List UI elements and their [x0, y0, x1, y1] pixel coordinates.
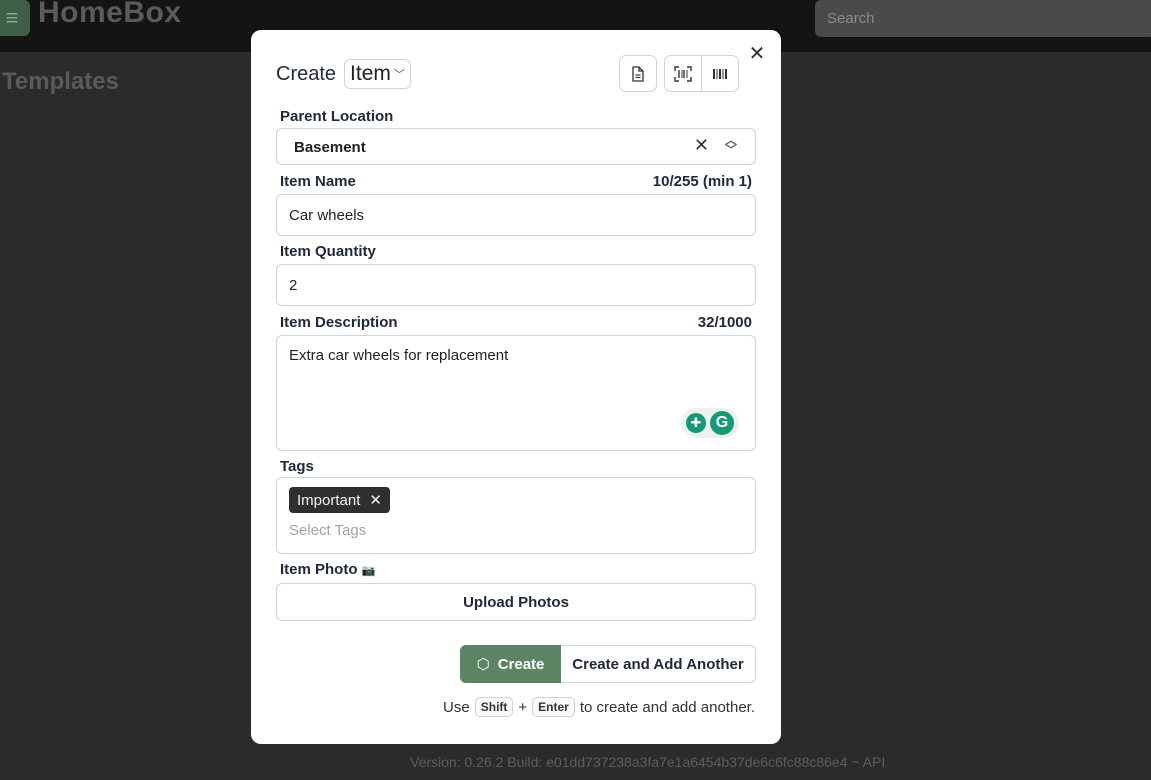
document-icon: [632, 65, 644, 82]
grammarly-logo-icon[interactable]: G: [710, 411, 734, 435]
upload-photos-button[interactable]: Upload Photos: [276, 583, 756, 621]
tags-label: Tags: [280, 458, 314, 475]
item-photo-label-row: Item Photo 📷: [280, 561, 375, 578]
hint-plus: +: [518, 698, 528, 716]
item-quantity-input[interactable]: 2: [276, 264, 756, 306]
item-description-counter: 32/1000: [697, 314, 752, 331]
search-input[interactable]: Search: [815, 0, 1151, 37]
create-item-modal: ✕ Create Item ﹀ Parent Location Basement…: [251, 30, 781, 744]
item-description-textarea[interactable]: Extra car wheels for replacement ✚ G: [276, 335, 756, 451]
keyboard-hint: Use Shift + Enter to create and add anot…: [443, 697, 755, 717]
modal-header: Create Item ﹀: [276, 59, 411, 89]
tags-select[interactable]: Important ✕ Select Tags: [276, 477, 756, 554]
create-button-label: Create: [497, 655, 545, 673]
remove-tag-icon[interactable]: ✕: [369, 491, 382, 509]
menu-icon[interactable]: ≡: [0, 0, 30, 36]
barcode-icon: [713, 68, 727, 79]
chevron-down-icon: ﹀: [393, 69, 405, 81]
item-name-input[interactable]: Car wheels: [276, 194, 756, 236]
camera-icon: 📷: [361, 565, 376, 577]
form-actions: ⬡ Create Create and Add Another: [460, 645, 756, 683]
scan-icon: [674, 65, 692, 82]
item-description-label: Item Description: [280, 314, 398, 331]
tag-chip: Important ✕: [289, 487, 390, 513]
parent-location-value: Basement: [294, 139, 366, 156]
item-quantity-label: Item Quantity: [280, 243, 376, 260]
item-description-value: Extra car wheels for replacement: [289, 347, 509, 364]
parent-location-label: Parent Location: [280, 108, 394, 125]
type-select[interactable]: Item ﹀: [344, 59, 411, 89]
tag-chip-label: Important: [297, 491, 361, 509]
chevron-up-down-icon[interactable]: ︿ ﹀: [725, 134, 737, 156]
grammarly-widget[interactable]: ✚ G: [681, 408, 739, 438]
parent-location-select[interactable]: Basement ✕ ︿ ﹀: [276, 128, 756, 165]
create-and-add-another-button[interactable]: Create and Add Another: [561, 645, 756, 683]
app-logo[interactable]: HomeBox: [38, 0, 182, 30]
type-select-value: Item: [350, 62, 391, 85]
cube-icon: ⬡: [476, 656, 490, 673]
hint-prefix: Use: [443, 698, 470, 716]
version-footer: Version: 0.26.2 Build: e01dd737238a3fa7e…: [410, 754, 886, 770]
create-button[interactable]: ⬡ Create: [460, 645, 561, 683]
tags-placeholder[interactable]: Select Tags: [289, 522, 743, 539]
hint-suffix: to create and add another.: [579, 698, 755, 716]
close-icon[interactable]: ✕: [747, 42, 767, 65]
item-photo-label: Item Photo: [280, 561, 358, 578]
modal-title: Create: [276, 62, 337, 85]
shift-key: Shift: [474, 697, 514, 717]
enter-key: Enter: [532, 697, 575, 717]
barcode-button[interactable]: [701, 55, 739, 92]
document-button[interactable]: [619, 55, 657, 92]
scan-button[interactable]: [664, 55, 702, 92]
page-title: Templates: [2, 68, 119, 95]
item-name-label: Item Name: [280, 173, 356, 190]
item-name-counter: 10/255 (min 1): [652, 173, 752, 190]
grammarly-bulb-icon[interactable]: ✚: [686, 413, 706, 433]
clear-icon[interactable]: ✕: [694, 135, 709, 156]
